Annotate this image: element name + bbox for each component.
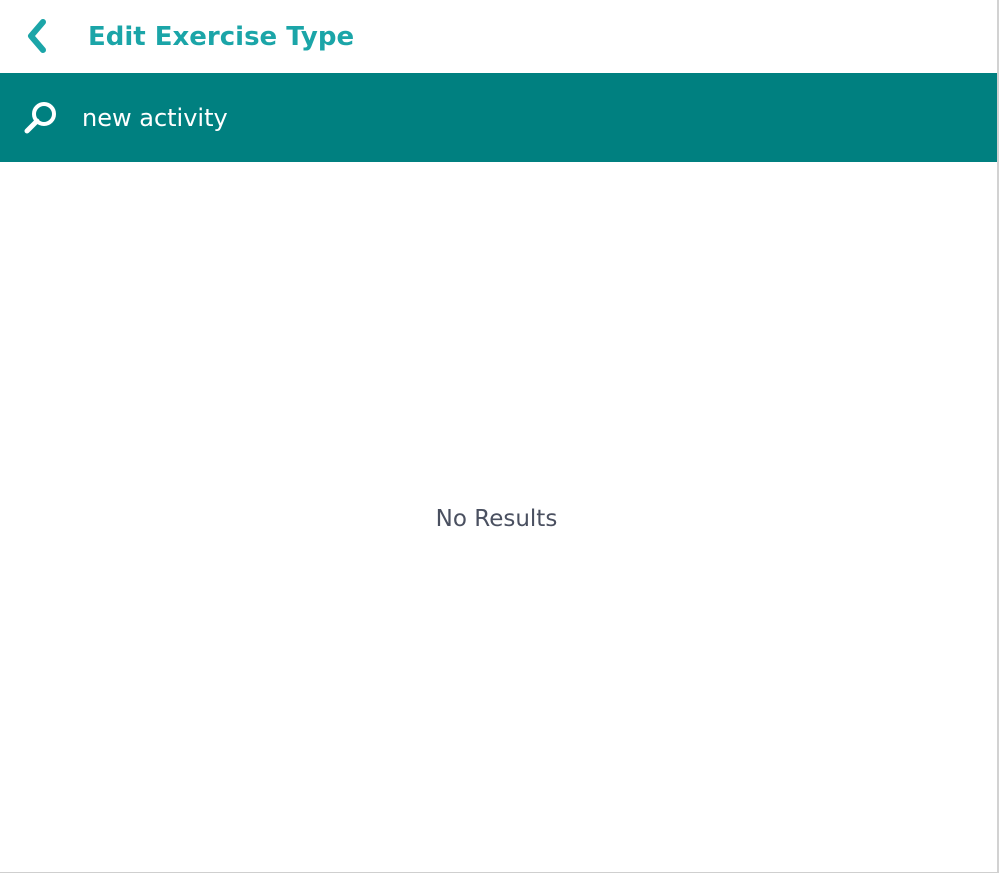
empty-results-message: No Results: [435, 506, 558, 532]
search-input[interactable]: [82, 98, 782, 138]
results-list: No Results: [0, 162, 997, 872]
search-icon[interactable]: [22, 99, 60, 137]
page-title: Edit Exercise Type: [88, 22, 355, 52]
header-bar: Edit Exercise Type: [0, 0, 997, 73]
back-button[interactable]: [14, 14, 58, 58]
chevron-left-icon: [28, 19, 46, 53]
search-bar: [0, 73, 997, 162]
app-window: Edit Exercise Type No Results: [0, 0, 999, 873]
